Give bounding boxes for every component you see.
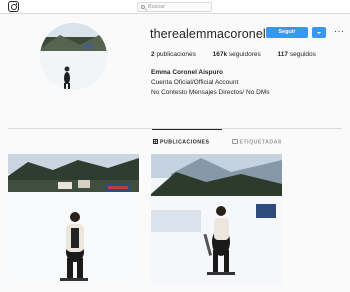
post-thumbnail-1[interactable]: [8, 154, 139, 285]
tab-label: PUBLICACIONES: [160, 139, 210, 146]
top-nav-bar: Buscar: [0, 0, 350, 14]
post-thumbnail-2[interactable]: [151, 154, 282, 285]
followers-label: seguidores: [228, 51, 261, 58]
instagram-logo-icon[interactable]: [8, 1, 19, 12]
stat-followers[interactable]: 167k seguidores: [213, 51, 261, 58]
tag-icon: [232, 139, 238, 144]
bio-line-1: Cuenta Oficial/Official Account: [151, 79, 239, 86]
tab-publicaciones[interactable]: PUBLICACIONES: [151, 129, 223, 146]
profile-avatar[interactable]: [40, 23, 107, 90]
following-label: seguidos: [289, 51, 316, 58]
more-options-button[interactable]: ···: [334, 26, 345, 36]
posts-label: publicaciones: [156, 51, 196, 58]
follow-button[interactable]: Seguir: [266, 27, 308, 38]
profile-stats: 2 publicaciones 167k seguidores 117 segu…: [151, 51, 331, 58]
tab-etiquetadas[interactable]: ETIQUETADAS: [232, 139, 282, 146]
posts-count: 2: [151, 51, 155, 58]
followers-count: 167k: [212, 51, 228, 58]
suggestions-dropdown-button[interactable]: [312, 27, 326, 38]
stat-following[interactable]: 117 seguidos: [278, 51, 316, 58]
stat-posts: 2 publicaciones: [151, 51, 196, 58]
profile-username: therealemmacoronel: [150, 27, 266, 41]
tab-label: ETIQUETADAS: [239, 139, 282, 146]
search-placeholder: Buscar: [148, 4, 166, 10]
bio-line-2: No Contesto Mensajes Directos/ No DMs: [151, 89, 270, 96]
following-count: 117: [277, 51, 289, 58]
profile-full-name: Emma Coronel Aispuro: [151, 69, 223, 76]
search-input[interactable]: Buscar: [137, 2, 212, 12]
grid-icon: [153, 139, 158, 144]
search-icon: [141, 4, 145, 9]
profile-bio: Emma Coronel Aispuro Cuenta Oficial/Offi…: [151, 68, 270, 98]
